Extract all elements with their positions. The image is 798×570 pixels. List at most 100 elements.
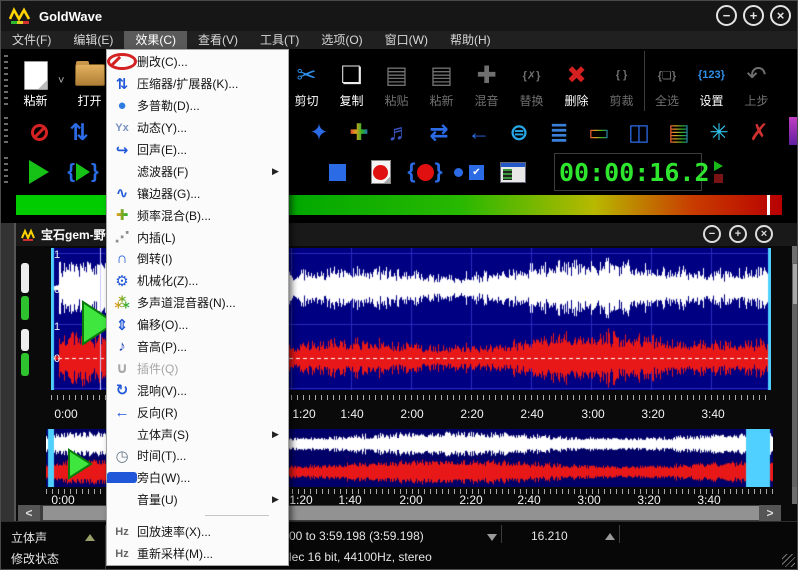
menu-item[interactable]: ↻ 混响(V)... bbox=[107, 379, 288, 401]
play-selection-button[interactable] bbox=[61, 153, 105, 191]
doc-close-button[interactable]: × bbox=[755, 225, 773, 243]
exchange-channels-icon[interactable]: ⇄ bbox=[419, 114, 459, 150]
right-channel-volume-slider[interactable] bbox=[21, 353, 29, 376]
menu-item[interactable]: 音量(U) ▶ bbox=[107, 489, 288, 511]
record-selection-button[interactable] bbox=[403, 153, 447, 191]
paste-new-button[interactable]: ▤ 粘新 bbox=[419, 51, 464, 111]
menu-item[interactable]: 删改(C)... bbox=[107, 51, 288, 73]
right-channel-zoom-slider[interactable] bbox=[21, 329, 29, 351]
menu-item-label: 混响(V)... bbox=[137, 382, 272, 399]
doppler-effect-icon[interactable]: ✦ bbox=[299, 114, 339, 150]
time-axis-label: 2:40 bbox=[520, 407, 543, 421]
menu-item[interactable]: ⋰ 内插(L) bbox=[107, 226, 288, 248]
record-new-button[interactable] bbox=[359, 153, 403, 191]
menu-item[interactable]: ✚ 频率混合(B)... bbox=[107, 204, 288, 226]
menu-item[interactable]: ← 反向(R) bbox=[107, 401, 288, 423]
menu-edit[interactable]: 编辑(E) bbox=[62, 31, 124, 49]
menu-item[interactable]: Hz 回放速率(X)... bbox=[107, 521, 288, 543]
left-channel-zoom-slider[interactable] bbox=[21, 263, 29, 293]
maximize-button[interactable]: + bbox=[743, 5, 764, 26]
undo-button[interactable]: ↶ 上步 bbox=[734, 51, 779, 111]
copy-button[interactable]: ❏ 复制 bbox=[329, 51, 374, 111]
pop-removal-icon[interactable]: ✳ bbox=[699, 114, 739, 150]
position-up-arrow[interactable] bbox=[605, 533, 615, 540]
menu-item[interactable]: ∪ 插件(Q) bbox=[107, 357, 288, 379]
spectrum-filter-icon[interactable]: ▭ bbox=[579, 114, 619, 150]
menu-effects[interactable]: 效果(C) bbox=[124, 31, 187, 49]
offset-effect-icon[interactable]: ⊜ bbox=[499, 114, 539, 150]
close-button[interactable]: × bbox=[770, 5, 791, 26]
menu-item[interactable]: ⇅ 压缩器/扩展器(K)... bbox=[107, 73, 288, 95]
submenu-arrow-icon: ▶ bbox=[272, 494, 288, 505]
spectrum-panel-icon[interactable]: ▤ bbox=[659, 114, 699, 150]
menu-item-icon: ✚ bbox=[107, 206, 137, 224]
menu-item[interactable]: 旁白(W)... bbox=[107, 467, 288, 489]
vscroll-thumb[interactable] bbox=[793, 264, 798, 304]
menu-item[interactable]: ∿ 镶边器(G)... bbox=[107, 182, 288, 204]
overview-playback-marker[interactable] bbox=[67, 448, 93, 480]
reverse-effect-icon[interactable]: ← bbox=[459, 114, 499, 150]
channel-mode-label[interactable]: 立体声 bbox=[11, 529, 47, 546]
menu-item[interactable]: ⚙ 机械化(Z)... bbox=[107, 270, 288, 292]
menu-item[interactable]: ∩ 倒转(I) bbox=[107, 248, 288, 270]
menu-item[interactable]: Hz 重新采样(M)... bbox=[107, 543, 288, 565]
stop-button[interactable] bbox=[315, 153, 359, 191]
vertical-scrollbar[interactable]: ▲ ▼ bbox=[792, 246, 798, 504]
doc-minimize-button[interactable]: − bbox=[703, 225, 721, 243]
menu-tools[interactable]: 工具(T) bbox=[249, 31, 310, 49]
new-dropdown-chevron[interactable]: ˅ bbox=[58, 75, 64, 87]
delete-button[interactable]: ✖ 删除 bbox=[554, 51, 599, 111]
toolbar-button-icon: ✖ bbox=[566, 61, 586, 90]
equalizer-icon[interactable]: ≣ bbox=[539, 114, 579, 150]
toolbar-grip[interactable] bbox=[4, 157, 8, 187]
mute-effect-icon[interactable] bbox=[19, 114, 59, 150]
pitch-effect-icon[interactable]: ♬ bbox=[379, 114, 419, 150]
menu-view[interactable]: 查看(V) bbox=[187, 31, 249, 49]
monitor-record-button[interactable] bbox=[447, 153, 491, 191]
menu-item[interactable]: ◷ 时间(T)... bbox=[107, 445, 288, 467]
menu-item[interactable]: ↪ 回声(E)... bbox=[107, 139, 288, 161]
resize-grip[interactable] bbox=[782, 554, 795, 567]
select-all-button[interactable]: {❏} 全选 bbox=[644, 51, 689, 111]
menu-item[interactable]: 滤波器(F) ▶ bbox=[107, 160, 288, 182]
menu-item[interactable]: ⁂ 多声道混音器(N)... bbox=[107, 292, 288, 314]
toolbar-grip[interactable] bbox=[4, 55, 8, 107]
compressor-icon[interactable]: ⇅ bbox=[59, 114, 99, 150]
frequency-blend-icon[interactable]: ✚ bbox=[339, 114, 379, 150]
menu-item-icon bbox=[107, 53, 137, 70]
menu-item[interactable] bbox=[107, 511, 288, 521]
trim-button[interactable]: { } 剪裁 bbox=[599, 51, 644, 111]
channel-up-arrow[interactable] bbox=[85, 534, 95, 541]
toolbar-button-icon: {✗} bbox=[523, 69, 541, 82]
menu-item[interactable]: 立体声(S) ▶ bbox=[107, 423, 288, 445]
menu-file[interactable]: 文件(F) bbox=[1, 31, 62, 49]
doc-maximize-button[interactable]: + bbox=[729, 225, 747, 243]
toolbar-grip[interactable] bbox=[4, 117, 8, 147]
selection-dropdown-arrow[interactable] bbox=[487, 534, 497, 541]
menu-help[interactable]: 帮助(H) bbox=[439, 31, 502, 49]
set-marker-button[interactable]: {123} 设置 bbox=[689, 51, 734, 111]
new-button[interactable]: 粘新 bbox=[13, 51, 58, 111]
noise-gate-icon[interactable]: ◫ bbox=[619, 114, 659, 150]
mix-button[interactable]: ✚ 混音 bbox=[464, 51, 509, 111]
overview-axis-label: 0:00 bbox=[51, 493, 74, 507]
replace-button[interactable]: {✗} 替换 bbox=[509, 51, 554, 111]
play-button[interactable] bbox=[17, 153, 61, 191]
left-channel-volume-slider[interactable] bbox=[21, 296, 29, 320]
modified-status-label: 修改状态 bbox=[11, 550, 59, 567]
position-text: 16.210 bbox=[531, 529, 568, 543]
silence-removal-icon[interactable]: ✗ bbox=[739, 114, 779, 150]
status-divider bbox=[501, 525, 502, 543]
menu-item[interactable]: ♪ 音高(P)... bbox=[107, 336, 288, 358]
menu-item[interactable]: ● 多普勒(D)... bbox=[107, 95, 288, 117]
menu-item[interactable]: ⇕ 偏移(O)... bbox=[107, 314, 288, 336]
minimize-button[interactable]: − bbox=[716, 5, 737, 26]
scroll-up-arrow[interactable]: ▲ bbox=[792, 246, 798, 263]
menu-item-icon: ◷ bbox=[107, 447, 137, 465]
cut-button[interactable]: ✂ 剪切 bbox=[284, 51, 329, 111]
device-properties-button[interactable] bbox=[491, 153, 535, 191]
menu-item[interactable]: Yx 动态(Y)... bbox=[107, 117, 288, 139]
paste-button[interactable]: ▤ 粘贴 bbox=[374, 51, 419, 111]
menu-options[interactable]: 选项(O) bbox=[310, 31, 373, 49]
menu-window[interactable]: 窗口(W) bbox=[374, 31, 439, 49]
